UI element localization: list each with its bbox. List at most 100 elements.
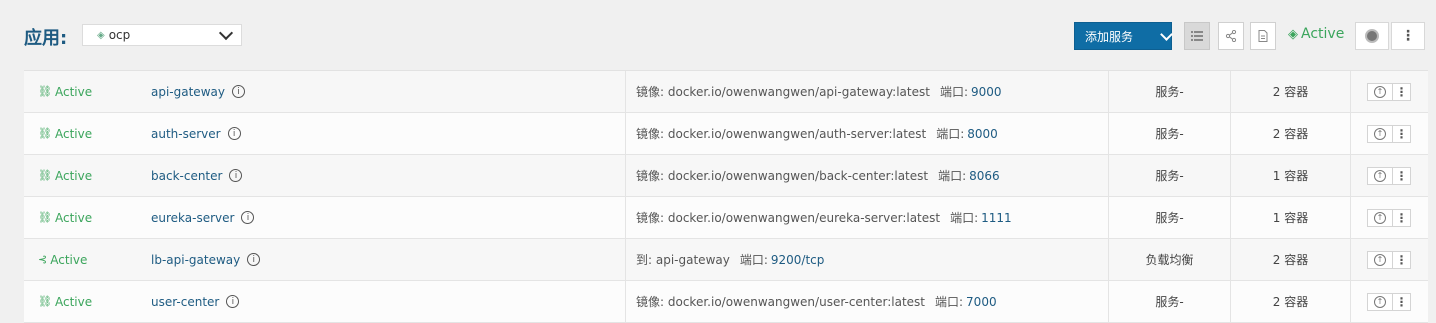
info-icon[interactable]: i (231, 85, 245, 98)
app-select[interactable]: ◈ ocp (82, 24, 242, 46)
app-state: ◈ Active (1288, 26, 1344, 42)
upgrade-button[interactable]: ↑ (1367, 166, 1393, 185)
service-type: 服务- (1108, 197, 1230, 238)
add-service-label: 添加服务 (1085, 29, 1134, 44)
container-count: 2 容器 (1230, 113, 1350, 154)
service-name-link[interactable]: back-center (151, 169, 222, 183)
row-more-button[interactable]: ⋮ (1393, 82, 1411, 101)
service-type: 负载均衡 (1108, 239, 1230, 280)
info-icon[interactable]: i (227, 127, 241, 140)
container-count: 2 容器 (1230, 239, 1350, 280)
upgrade-button[interactable]: ↑ (1367, 292, 1393, 311)
info-icon[interactable]: i (247, 253, 261, 266)
service-type: 服务- (1108, 155, 1230, 196)
service-name-cell: api-gateway i (151, 71, 625, 112)
app-select-value: ocp (108, 28, 131, 42)
upgrade-icon: ↑ (1374, 169, 1386, 182)
services-table: ⛓ Active api-gateway i 镜像: docker.io/owe… (24, 70, 1428, 323)
service-state-label: Active (54, 210, 93, 225)
row-more-button[interactable]: ⋮ (1393, 166, 1411, 185)
service-detail: 镜像: docker.io/owenwangwen/auth-server:la… (625, 113, 1108, 154)
service-state: ⛓ Active (38, 197, 148, 238)
network-icon: ⛓ (38, 211, 52, 224)
toolbar: 应用: ◈ ocp 添加服务 ◈ Active ⋮ (0, 0, 1436, 70)
stop-button[interactable] (1355, 22, 1389, 50)
row-actions: ↑ ⋮ (1350, 197, 1428, 238)
detail-prefix: 镜像: (636, 85, 665, 99)
more-menu-button[interactable]: ⋮ (1391, 22, 1425, 50)
row-more-button[interactable]: ⋮ (1393, 250, 1411, 269)
upgrade-icon: ↑ (1374, 253, 1386, 266)
upgrade-button[interactable]: ↑ (1367, 208, 1393, 227)
app-state-label: Active (1301, 26, 1345, 42)
detail-prefix: 镜像: (636, 127, 665, 141)
service-detail: 镜像: docker.io/owenwangwen/user-center:la… (625, 281, 1108, 322)
service-state-label: Active (54, 126, 93, 141)
upgrade-button[interactable]: ↑ (1367, 250, 1393, 269)
service-detail: 镜像: docker.io/owenwangwen/eureka-server:… (625, 197, 1108, 238)
more-icon: ⋮ (1395, 84, 1408, 99)
service-name-link[interactable]: api-gateway (151, 85, 225, 99)
row-actions: ↑ ⋮ (1350, 239, 1428, 280)
service-state: ⛓ Active (38, 71, 148, 112)
service-name-link[interactable]: lb-api-gateway (151, 253, 240, 267)
port-value[interactable]: 9000 (971, 85, 1002, 99)
more-icon: ⋮ (1395, 252, 1408, 267)
detail-prefix: 镜像: (636, 295, 665, 309)
service-name-link[interactable]: user-center (151, 295, 219, 309)
upgrade-icon: ↑ (1374, 211, 1386, 224)
service-state-label: Active (54, 168, 93, 183)
port-label: 端口: (950, 211, 979, 225)
network-icon: ⛓ (38, 295, 52, 308)
layers-icon: ◈ (97, 29, 105, 41)
upgrade-button[interactable]: ↑ (1367, 124, 1393, 143)
upgrade-icon: ↑ (1374, 127, 1386, 140)
upgrade-icon: ↑ (1374, 85, 1386, 98)
graph-view-button[interactable] (1218, 22, 1244, 50)
info-icon[interactable]: i (241, 211, 255, 224)
layers-icon: ◈ (1288, 26, 1298, 42)
detail-value: docker.io/owenwangwen/back-center:latest (667, 168, 929, 183)
upgrade-button[interactable]: ↑ (1367, 82, 1393, 101)
more-icon: ⋮ (1401, 28, 1415, 44)
app-label: 应用: (24, 28, 68, 49)
table-row: ⛓ Active eureka-server i 镜像: docker.io/o… (24, 197, 1428, 239)
add-service-button[interactable]: 添加服务 (1074, 22, 1173, 50)
port-value[interactable]: 8066 (969, 169, 1000, 183)
service-name-link[interactable]: auth-server (151, 127, 221, 141)
detail-value: docker.io/owenwangwen/auth-server:latest (667, 126, 927, 141)
service-name-link[interactable]: eureka-server (151, 211, 234, 225)
more-icon: ⋮ (1395, 168, 1408, 183)
port-value[interactable]: 8000 (967, 127, 998, 141)
row-more-button[interactable]: ⋮ (1393, 124, 1411, 143)
container-count: 2 容器 (1230, 281, 1350, 322)
row-actions: ↑ ⋮ (1350, 113, 1428, 154)
service-state: ⛓ Active (38, 281, 148, 322)
share-icon (1225, 30, 1237, 42)
detail-value: docker.io/owenwangwen/api-gateway:latest (667, 84, 930, 99)
table-row: ⛓ Active api-gateway i 镜像: docker.io/owe… (24, 71, 1428, 113)
row-more-button[interactable]: ⋮ (1393, 292, 1411, 311)
service-state: ⛓ Active (38, 113, 148, 154)
port-value[interactable]: 1111 (981, 211, 1012, 225)
stop-icon (1365, 29, 1379, 43)
file-icon (1258, 30, 1268, 42)
detail-prefix: 镜像: (636, 169, 665, 183)
port-value[interactable]: 9200/tcp (771, 253, 825, 267)
detail-prefix: 到: (636, 253, 653, 267)
table-row: ⊰ Active lb-api-gateway i 到: api-gateway… (24, 239, 1428, 281)
info-icon[interactable]: i (229, 169, 243, 182)
info-icon[interactable]: i (226, 295, 240, 308)
service-state-label: Active (54, 84, 93, 99)
more-icon: ⋮ (1395, 210, 1408, 225)
network-icon: ⛓ (38, 127, 52, 140)
file-view-button[interactable] (1250, 22, 1276, 50)
port-label: 端口: (938, 169, 967, 183)
list-view-button[interactable] (1184, 22, 1210, 50)
row-more-button[interactable]: ⋮ (1393, 208, 1411, 227)
port-label: 端口: (939, 85, 968, 99)
table-row: ⛓ Active back-center i 镜像: docker.io/owe… (24, 155, 1428, 197)
port-value[interactable]: 7000 (966, 295, 997, 309)
service-state: ⛓ Active (38, 155, 148, 196)
port-label: 端口: (935, 295, 964, 309)
